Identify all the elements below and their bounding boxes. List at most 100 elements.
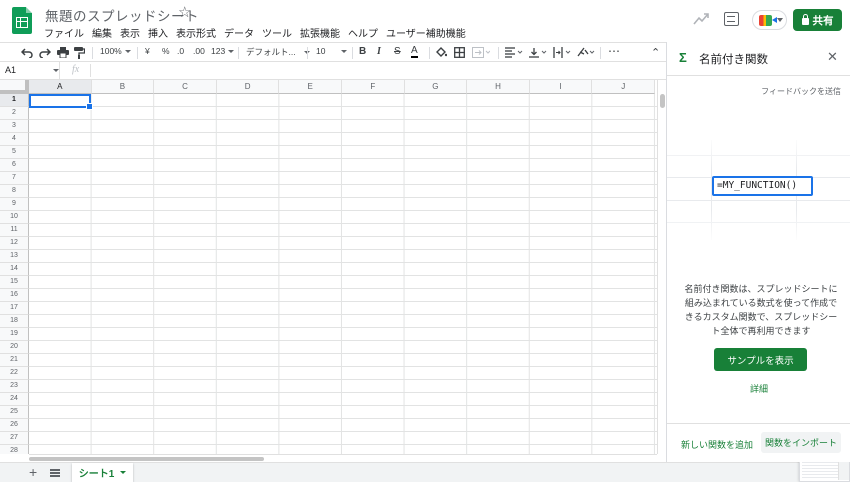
row-header[interactable]: 4	[0, 133, 29, 146]
close-icon[interactable]: ✕	[827, 50, 838, 63]
row-header[interactable]: 7	[0, 172, 29, 185]
active-cell[interactable]	[29, 94, 93, 110]
decrease-decimal-button[interactable]: .0	[177, 46, 184, 56]
column-header[interactable]: F	[342, 80, 405, 94]
row-header[interactable]: 15	[0, 276, 29, 289]
vertical-align-icon[interactable]	[529, 47, 547, 58]
row-header[interactable]: 25	[0, 406, 29, 419]
row-header[interactable]: 28	[0, 445, 29, 454]
vertical-scrollbar[interactable]	[657, 80, 666, 454]
format-percent-button[interactable]: %	[162, 46, 170, 56]
row-header[interactable]: 3	[0, 120, 29, 133]
row-header[interactable]: 22	[0, 367, 29, 380]
vertical-scroll-thumb[interactable]	[660, 94, 665, 108]
align-left-icon[interactable]	[505, 47, 523, 58]
view-sample-button[interactable]: サンプルを表示	[714, 348, 807, 371]
borders-icon[interactable]	[454, 47, 465, 58]
row-header[interactable]: 11	[0, 224, 29, 237]
menu-format[interactable]: 表示形式	[176, 25, 216, 40]
more-formats-label: 123	[211, 46, 226, 56]
menu-file[interactable]: ファイル	[44, 25, 84, 40]
redo-icon[interactable]	[39, 47, 51, 58]
format-currency-button[interactable]: ¥	[145, 46, 150, 56]
import-function-button[interactable]: 関数をインポート	[761, 432, 841, 453]
row-header[interactable]: 6	[0, 159, 29, 172]
row-header[interactable]: 19	[0, 328, 29, 341]
row-header[interactable]: 8	[0, 185, 29, 198]
row-header[interactable]: 14	[0, 263, 29, 276]
strikethrough-button[interactable]: S	[394, 46, 401, 57]
column-header[interactable]: E	[279, 80, 342, 94]
row-header[interactable]: 5	[0, 146, 29, 159]
cell-grid[interactable]	[29, 94, 657, 454]
meet-button[interactable]	[752, 10, 787, 30]
increase-decimal-button[interactable]: .00	[193, 46, 205, 56]
row-header[interactable]: 9	[0, 198, 29, 211]
column-header[interactable]: G	[404, 80, 468, 94]
row-header[interactable]: 20	[0, 341, 29, 354]
fill-color-icon[interactable]	[436, 47, 447, 58]
font-select[interactable]: デフォルト...	[246, 46, 310, 58]
share-button[interactable]: 共有	[793, 9, 842, 31]
paint-format-icon[interactable]	[74, 47, 85, 59]
menu-edit[interactable]: 編集	[92, 25, 112, 40]
undo-icon[interactable]	[21, 47, 33, 58]
column-header[interactable]: H	[467, 80, 530, 94]
text-color-button[interactable]: A	[411, 46, 418, 58]
menu-view[interactable]: 表示	[120, 25, 140, 40]
row-header[interactable]: 10	[0, 211, 29, 224]
row-header[interactable]: 2	[0, 107, 29, 120]
menu-tools[interactable]: ツール	[262, 25, 292, 40]
horizontal-scroll-thumb[interactable]	[29, 457, 264, 461]
more-formats-button[interactable]: 123	[211, 46, 235, 56]
row-header[interactable]: 23	[0, 380, 29, 393]
add-function-button[interactable]: 新しい関数を追加	[681, 438, 753, 451]
details-link[interactable]: 詳細	[667, 382, 850, 395]
row-header[interactable]: 18	[0, 315, 29, 328]
row-header[interactable]: 21	[0, 354, 29, 367]
column-header[interactable]: D	[216, 80, 280, 94]
column-header[interactable]: I	[529, 80, 593, 94]
add-sheet-icon[interactable]: +	[29, 465, 37, 479]
row-header[interactable]: 27	[0, 432, 29, 445]
menu-extensions[interactable]: 拡張機能	[300, 25, 340, 40]
row-header[interactable]: 1	[0, 94, 29, 107]
sheets-logo-icon[interactable]	[12, 7, 32, 34]
column-header[interactable]: C	[154, 80, 217, 94]
print-icon[interactable]	[57, 47, 69, 58]
column-header[interactable]: A	[29, 80, 92, 94]
comment-icon[interactable]	[724, 12, 739, 26]
document-title[interactable]: 無題のスプレッドシート	[45, 5, 199, 25]
row-header[interactable]: 13	[0, 250, 29, 263]
horizontal-scrollbar[interactable]	[29, 454, 657, 462]
column-header[interactable]: J	[592, 80, 655, 94]
menu-help[interactable]: ヘルプ	[348, 25, 378, 40]
row-header[interactable]: 24	[0, 393, 29, 406]
text-rotation-icon[interactable]	[577, 47, 595, 58]
feedback-link[interactable]: フィードバックを送信	[761, 86, 841, 97]
column-header[interactable]: B	[91, 80, 155, 94]
more-icon[interactable]: ⋯	[608, 44, 620, 58]
zoom-select[interactable]: 100%	[100, 46, 131, 56]
all-sheets-icon[interactable]	[50, 469, 60, 477]
trend-icon[interactable]	[693, 12, 709, 26]
name-box[interactable]: A1	[0, 62, 60, 79]
sheet-tab-active[interactable]: シート1	[72, 463, 133, 482]
chevron-down-icon	[777, 18, 783, 22]
row-header[interactable]: 16	[0, 289, 29, 302]
row-header[interactable]: 17	[0, 302, 29, 315]
formula-input[interactable]	[95, 62, 655, 79]
text-wrap-icon[interactable]	[553, 47, 571, 58]
font-size-select[interactable]: 10	[316, 46, 348, 56]
star-icon[interactable]: ☆	[178, 3, 191, 21]
select-all-corner[interactable]	[0, 80, 29, 94]
menu-insert[interactable]: 挿入	[148, 25, 168, 40]
menu-accessibility[interactable]: ユーザー補助機能	[386, 25, 466, 40]
row-header[interactable]: 26	[0, 419, 29, 432]
menu-data[interactable]: データ	[224, 25, 254, 40]
row-header[interactable]: 12	[0, 237, 29, 250]
merge-cells-icon[interactable]	[472, 47, 490, 58]
bold-button[interactable]: B	[359, 46, 366, 57]
collapse-toolbar-icon[interactable]: ⌃	[651, 46, 660, 59]
italic-button[interactable]: I	[377, 46, 381, 57]
